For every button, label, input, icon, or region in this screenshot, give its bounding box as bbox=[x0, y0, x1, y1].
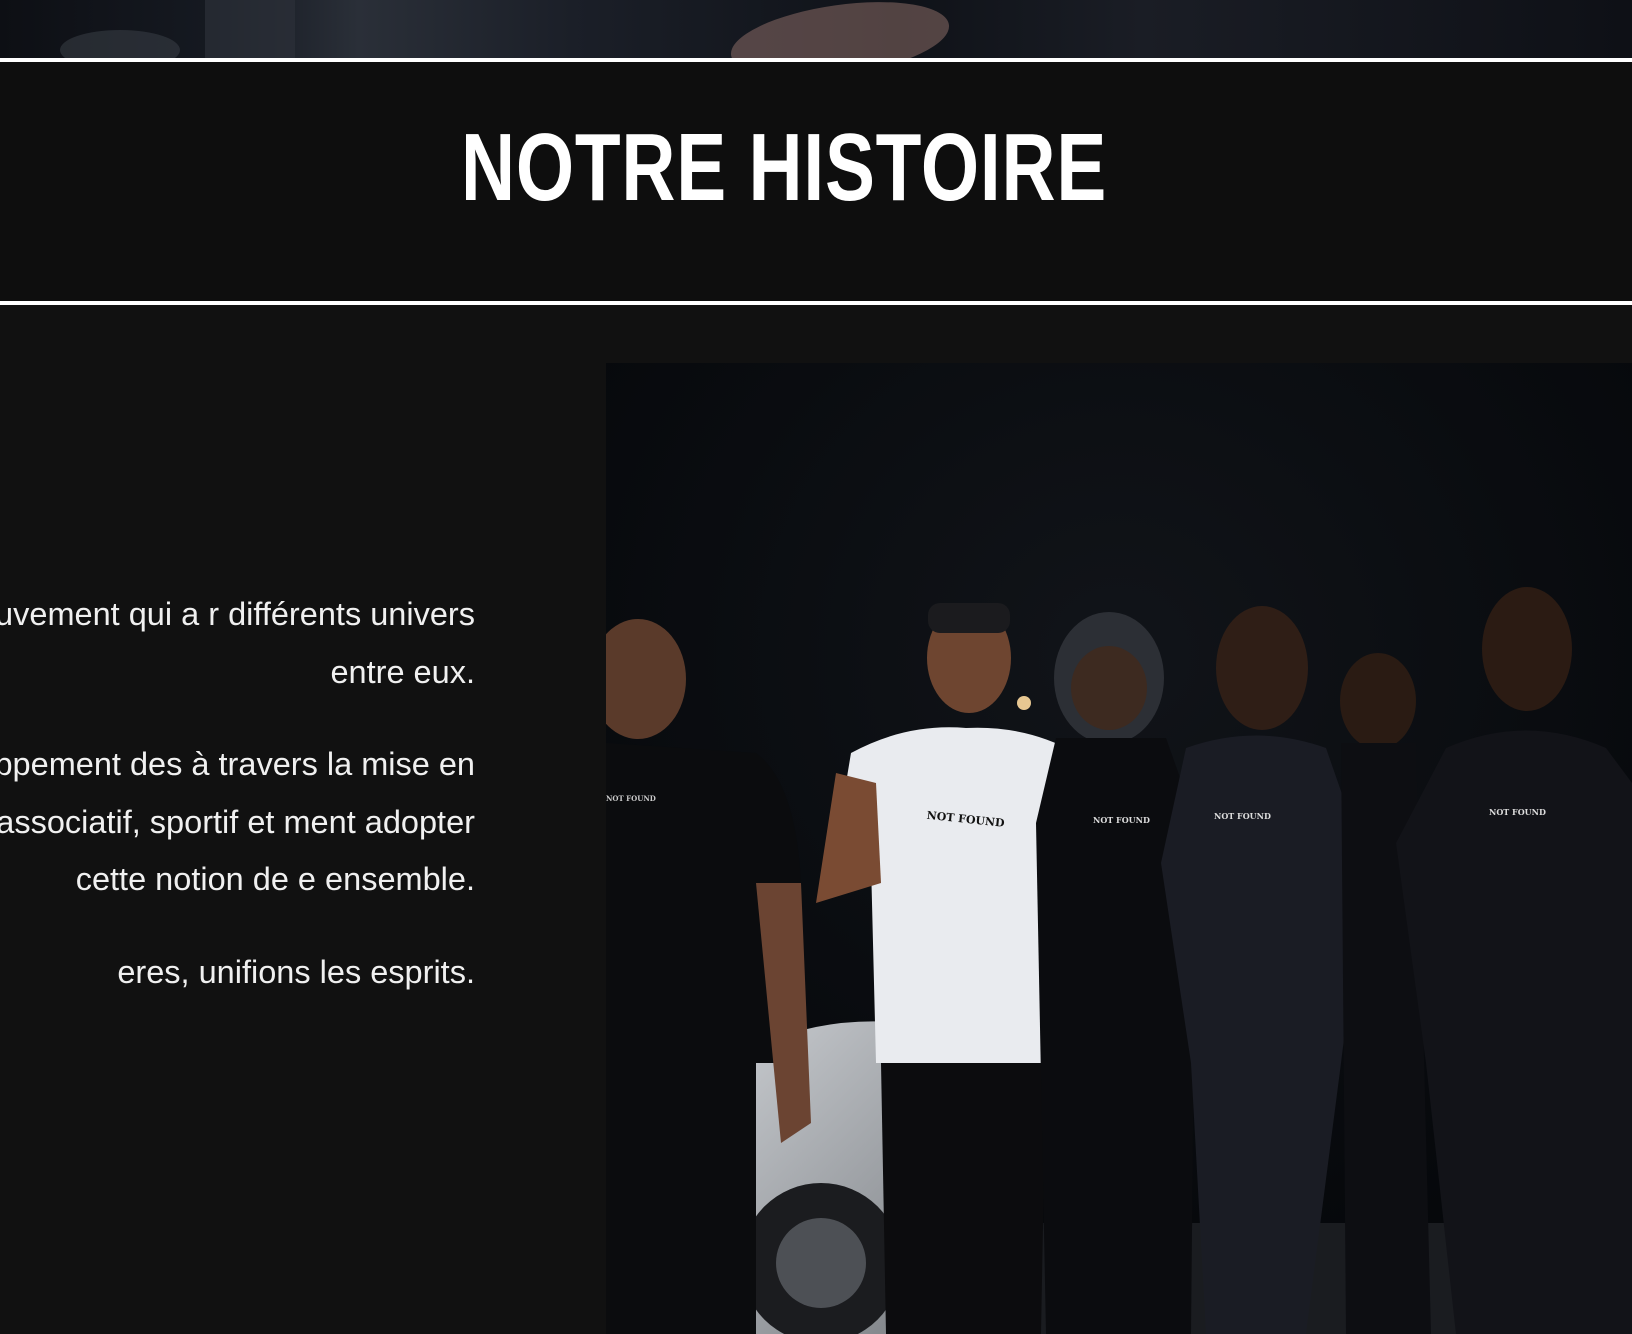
hero-image-hand bbox=[726, 0, 954, 59]
story-paragraph: sse au développement des à travers la mi… bbox=[0, 746, 475, 897]
story-paragraph: eres, unifions les esprits. bbox=[117, 953, 475, 990]
shirt-label: NOT FOUND bbox=[1489, 807, 1546, 817]
story-paragraph: lity est un mouvement qui a r différents… bbox=[0, 596, 475, 690]
story-text: lity est un mouvement qui a r différents… bbox=[0, 586, 475, 1036]
group-photo-illustration: NOT FOUND NOT FOUND NOT FOUND NOT FOUND … bbox=[606, 363, 1632, 1334]
divider-bottom bbox=[0, 301, 1632, 305]
shirt-label: NOT FOUND bbox=[1214, 811, 1271, 821]
hero-image-strip bbox=[0, 0, 1632, 59]
section-title: NOTRE HISTOIRE bbox=[460, 114, 1108, 221]
hero-image-shape bbox=[60, 30, 180, 59]
shirt-label: NOT FOUND bbox=[606, 794, 656, 803]
shirt-label: NOT FOUND bbox=[1093, 815, 1150, 825]
group-photo: NOT FOUND NOT FOUND NOT FOUND NOT FOUND … bbox=[606, 363, 1632, 1334]
hero-image-shape bbox=[205, 0, 295, 59]
page: NOTRE HISTOIRE lity est un mouvement qui… bbox=[0, 0, 1632, 1334]
